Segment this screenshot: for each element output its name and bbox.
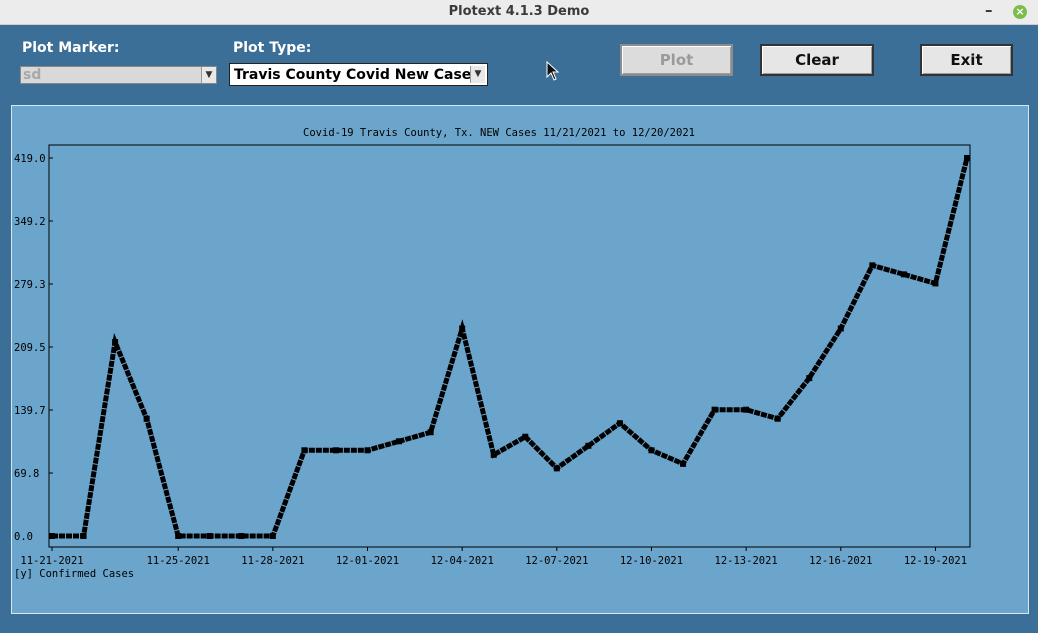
x-tick-label: 12-10-2021 <box>620 555 683 567</box>
data-point <box>680 460 687 467</box>
window-title: Plotext 4.1.3 Demo <box>448 4 590 19</box>
data-point <box>238 533 245 539</box>
y-axis-label: [y] Confirmed Cases <box>14 568 134 580</box>
x-axis: 11-21-2021 11-25-2021 11-28-2021 12-01-2021… <box>20 547 967 567</box>
plot-marker-value: sd <box>23 67 42 83</box>
plot-type-value: Travis County Covid New Cases <box>234 67 480 83</box>
chevron-down-icon: ▼ <box>201 67 216 83</box>
data-point <box>648 447 655 454</box>
data-point <box>490 451 497 458</box>
y-axis: 0.0 69.8 139.7 209.5 279.3 349.2 419.0 <box>14 153 53 543</box>
data-point <box>80 533 87 539</box>
close-icon[interactable]: × <box>1013 5 1027 19</box>
x-tick-label: 12-07-2021 <box>525 555 588 567</box>
clear-button[interactable]: Clear <box>760 44 874 76</box>
data-point <box>459 325 466 332</box>
data-point <box>964 155 970 161</box>
plot-type-label: Plot Type: <box>233 40 312 56</box>
y-tick-label: 209.5 <box>14 342 46 354</box>
data-point <box>932 280 939 287</box>
plot-marker-label: Plot Marker: <box>22 40 120 56</box>
data-point <box>553 465 560 472</box>
plot-type-combo[interactable]: Travis County Covid New Cases ▼ <box>229 63 488 86</box>
title-bar: Plotext 4.1.3 Demo – × <box>0 0 1038 25</box>
x-tick-label: 11-28-2021 <box>241 555 304 567</box>
y-tick-label: 419.0 <box>14 153 46 165</box>
data-point <box>711 406 718 413</box>
data-point <box>837 325 844 332</box>
x-tick-label: 12-01-2021 <box>336 555 399 567</box>
data-point <box>49 533 55 539</box>
minimize-icon[interactable]: – <box>985 1 993 19</box>
x-tick-label: 12-13-2021 <box>715 555 778 567</box>
y-tick-label: 69.8 <box>14 468 39 480</box>
data-point <box>616 420 623 427</box>
data-point <box>175 533 182 539</box>
data-point <box>522 433 529 440</box>
data-point <box>743 406 750 413</box>
mouse-pointer-icon <box>546 60 560 85</box>
data-point <box>301 447 308 454</box>
x-tick-label: 12-19-2021 <box>904 555 967 567</box>
data-point <box>900 271 907 278</box>
x-tick-label: 11-21-2021 <box>20 555 83 567</box>
data-point <box>112 339 119 346</box>
y-tick-label: 349.2 <box>14 216 46 228</box>
y-tick-label: 0.0 <box>14 531 33 543</box>
plot-marker-combo: sd ▼ <box>20 66 217 84</box>
data-point <box>396 438 403 445</box>
x-tick-label: 12-16-2021 <box>809 555 872 567</box>
data-point <box>206 533 213 539</box>
data-point <box>332 447 339 454</box>
chart-title: Covid-19 Travis County, Tx. NEW Cases 11… <box>303 127 695 139</box>
y-tick-label: 139.7 <box>14 405 46 417</box>
data-point <box>269 533 276 539</box>
data-point <box>806 375 813 382</box>
covid-line-chart: Covid-19 Travis County, Tx. NEW Cases 11… <box>14 127 971 580</box>
series-line-confirmed-cases <box>52 157 970 539</box>
data-point <box>143 415 150 422</box>
data-point <box>585 442 592 449</box>
chevron-down-icon[interactable]: ▼ <box>470 66 485 83</box>
data-point <box>774 415 781 422</box>
data-point <box>364 447 371 454</box>
plot-area: Covid-19 Travis County, Tx. NEW Cases 11… <box>11 105 1029 614</box>
x-tick-label: 12-04-2021 <box>431 555 494 567</box>
exit-button[interactable]: Exit <box>920 44 1013 76</box>
data-point <box>427 429 434 436</box>
x-tick-label: 11-25-2021 <box>147 555 210 567</box>
plot-button[interactable]: Plot <box>620 44 733 76</box>
y-tick-label: 279.3 <box>14 279 46 291</box>
data-point <box>869 262 876 269</box>
